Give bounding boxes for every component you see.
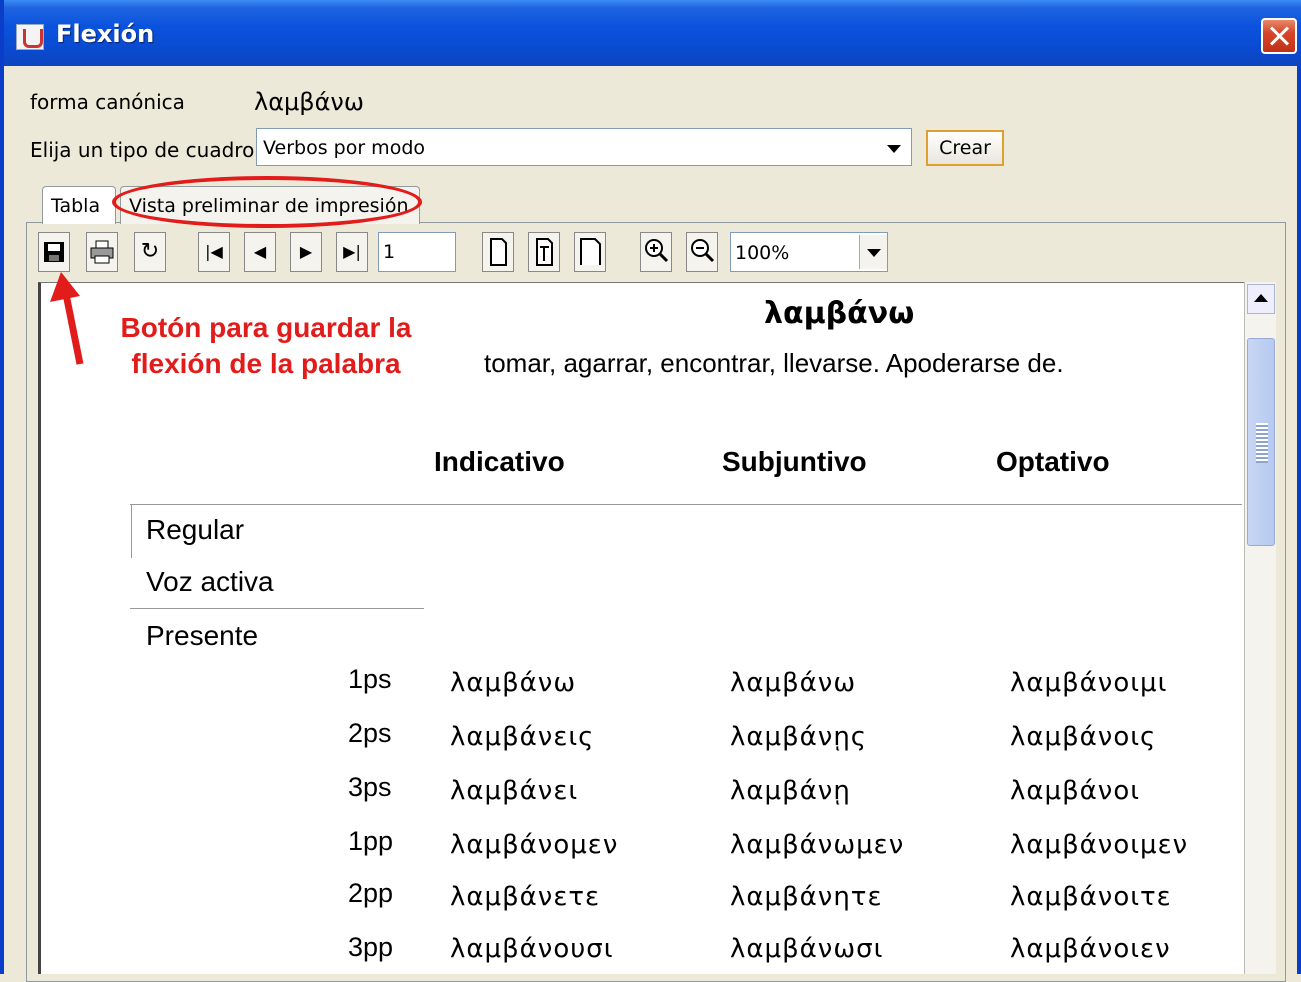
column-indicativo: Indicativo	[434, 446, 565, 477]
form-indicativo: λαμβάνει	[450, 776, 579, 806]
row-person: 1ps	[348, 664, 392, 694]
section-regular: Regular	[146, 514, 245, 545]
page-number-input[interactable]: 1	[378, 232, 456, 272]
first-page-button[interactable]: |◀	[198, 232, 230, 272]
zoom-out-icon	[691, 239, 715, 263]
form-subjuntivo: λαμβάνωσι	[730, 934, 884, 964]
zoom-in-icon	[645, 239, 669, 263]
section-divider	[130, 608, 424, 609]
annotation-line-2: flexión de la palabra	[131, 348, 401, 379]
form-subjuntivo: λαμβάνωμεν	[730, 830, 905, 860]
form-indicativo: λαμβάνομεν	[450, 830, 619, 860]
form-indicativo: λαμβάνετε	[450, 882, 601, 912]
annotation-text: Botón para guardar la flexión de la pala…	[96, 310, 436, 382]
scroll-up-icon[interactable]	[1247, 284, 1275, 314]
row-person: 3pp	[348, 932, 394, 962]
column-subjuntivo: Subjuntivo	[722, 446, 867, 477]
header-divider	[130, 504, 1242, 505]
form-subjuntivo: λαμβάνητε	[730, 882, 883, 912]
form-optativo: λαμβάνοιμεν	[1010, 830, 1189, 860]
tab-tabla[interactable]: Tabla	[42, 186, 116, 224]
form-indicativo: λαμβάνουσι	[450, 934, 614, 964]
table-type-label: Elija un tipo de cuadro	[30, 138, 255, 162]
canonical-form-label: forma canónica	[30, 90, 185, 114]
window-title: Flexión	[56, 20, 155, 48]
section-voz-activa: Voz activa	[146, 566, 274, 597]
form-indicativo: λαμβάνω	[450, 668, 577, 698]
next-page-icon: ▶	[299, 242, 313, 261]
scrollbar-thumb[interactable]	[1247, 338, 1275, 546]
canonical-form-value: λαμβάνω	[254, 88, 364, 116]
row-person: 1pp	[348, 826, 394, 856]
table-type-select[interactable]: Verbos por modo	[256, 128, 912, 166]
save-icon	[44, 242, 64, 262]
annotation-line-1: Botón para guardar la	[120, 312, 412, 343]
chevron-down-icon[interactable]	[881, 133, 907, 161]
zoom-select[interactable]: 100%	[730, 232, 888, 272]
page-fit-height-icon	[580, 238, 601, 265]
fit-width-button[interactable]	[528, 232, 560, 272]
document-gloss: tomar, agarrar, encontrar, llevarse. Apo…	[484, 348, 1064, 378]
first-page-icon: |◀	[205, 242, 223, 261]
save-button[interactable]	[38, 232, 70, 272]
prev-page-button[interactable]: ◀	[244, 232, 276, 272]
prev-page-icon: ◀	[253, 242, 267, 261]
zoom-in-button[interactable]	[640, 232, 672, 272]
row-person: 2ps	[348, 718, 392, 748]
reload-icon: ↻	[140, 239, 160, 264]
reload-button[interactable]: ↻	[134, 232, 166, 272]
chevron-down-icon[interactable]	[859, 235, 887, 269]
table-type-value: Verbos por modo	[263, 137, 426, 159]
java-icon	[16, 24, 44, 50]
fit-page-button[interactable]	[574, 232, 606, 272]
annotation-arrow-icon	[50, 272, 84, 365]
title-bar[interactable]: Flexión	[4, 0, 1301, 66]
column-optativo: Optativo	[996, 446, 1110, 477]
last-page-icon: ▶|	[343, 242, 361, 261]
close-button[interactable]	[1261, 18, 1297, 54]
section-vertical-divider	[131, 504, 132, 558]
print-button[interactable]	[86, 232, 118, 272]
form-subjuntivo: λαμβάνω	[730, 668, 857, 698]
form-optativo: λαμβάνοιμι	[1010, 668, 1168, 698]
row-person: 3ps	[348, 772, 392, 802]
page-icon	[490, 238, 507, 266]
highlight-oval	[112, 176, 422, 228]
form-optativo: λαμβάνοιεν	[1010, 934, 1171, 964]
next-page-button[interactable]: ▶	[290, 232, 322, 272]
last-page-button[interactable]: ▶|	[336, 232, 368, 272]
section-presente: Presente	[146, 620, 259, 651]
vertical-scrollbar[interactable]	[1244, 282, 1276, 974]
flexion-window: Flexión forma canónica λαμβάνω Elija un …	[0, 0, 1301, 982]
form-optativo: λαμβάνοις	[1010, 722, 1157, 752]
form-subjuntivo: λαμβάνῃ	[730, 776, 851, 806]
form-optativo: λαμβάνοι	[1010, 776, 1141, 806]
form-optativo: λαμβάνοιτε	[1010, 882, 1172, 912]
zoom-value: 100%	[735, 242, 790, 264]
row-person: 2pp	[348, 878, 394, 908]
page-fit-width-icon	[536, 238, 553, 266]
zoom-out-button[interactable]	[686, 232, 718, 272]
create-button[interactable]: Crear	[926, 130, 1004, 166]
document-title: λαμβάνω	[764, 296, 915, 331]
print-icon	[90, 240, 114, 264]
form-subjuntivo: λαμβάνῃς	[730, 722, 868, 752]
actual-size-button[interactable]	[482, 232, 514, 272]
form-indicativo: λαμβάνεις	[450, 722, 595, 752]
